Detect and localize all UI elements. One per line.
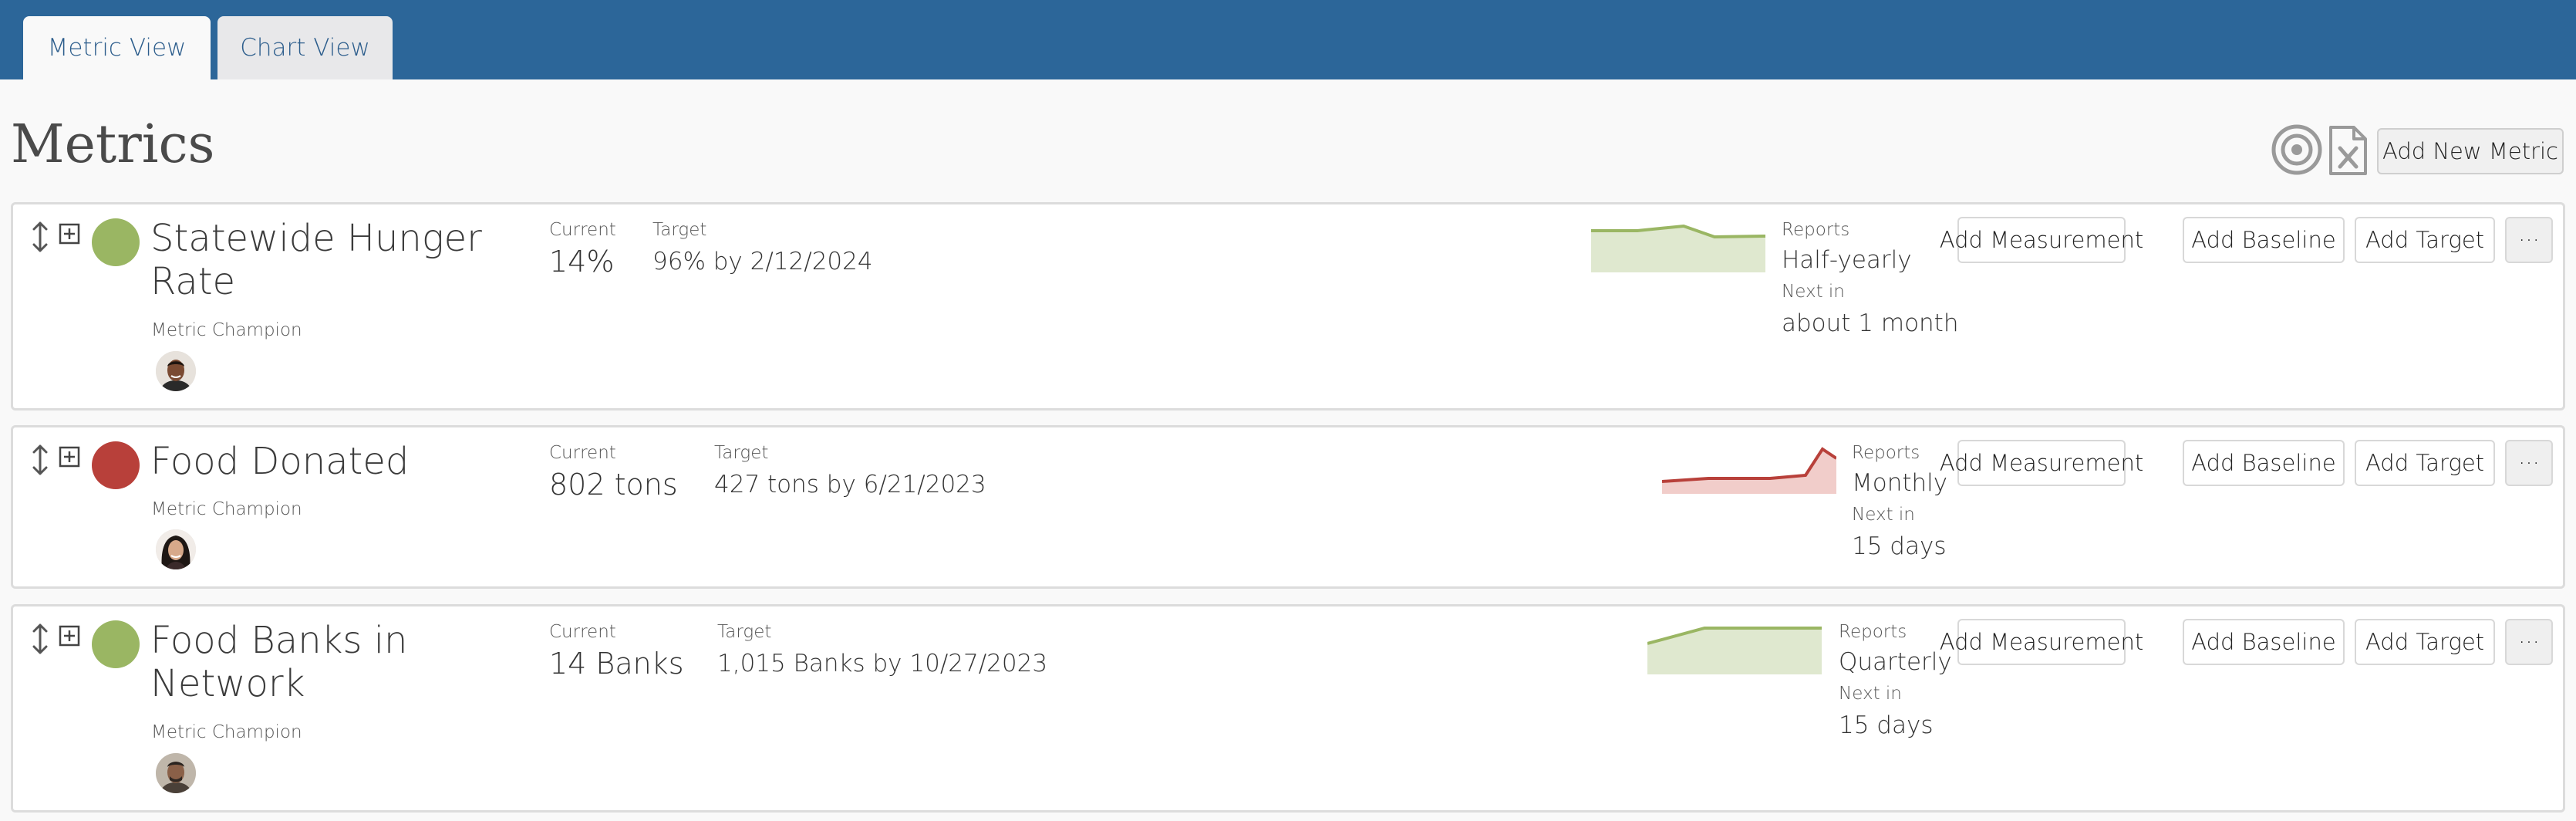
next-in-label: Next in (1852, 505, 1915, 525)
sort-arrows-icon[interactable] (32, 623, 49, 654)
current-label: Current (549, 622, 616, 642)
add-target-button[interactable]: Add Target (2355, 619, 2495, 665)
add-baseline-button[interactable]: Add Baseline (2183, 440, 2345, 486)
add-measurement-button[interactable]: Add Measurement (1940, 217, 2143, 263)
metric-champion-label: Metric Champion (151, 499, 302, 519)
next-in-value: 15 days (1852, 532, 1947, 560)
next-in-label: Next in (1782, 282, 1845, 302)
more-options-button[interactable]: ··· (2505, 440, 2553, 486)
more-options-button[interactable]: ··· (2505, 217, 2553, 263)
top-nav-bar: Metric View Chart View (0, 0, 2576, 79)
target-label: Target (714, 443, 769, 463)
more-options-button[interactable]: ··· (2505, 619, 2553, 665)
metric-champion-label: Metric Champion (151, 320, 302, 340)
metric-champion-label: Metric Champion (151, 722, 302, 742)
status-indicator (92, 441, 140, 489)
add-baseline-button[interactable]: Add Baseline (2183, 619, 2345, 665)
avatar[interactable] (156, 529, 196, 569)
sort-arrows-icon[interactable] (32, 221, 49, 252)
metric-card-food-banks-in-network[interactable]: Food Banks in Network Metric Champion Cu… (11, 604, 2565, 813)
tab-metric-view[interactable]: Metric View (23, 16, 211, 79)
metric-card-food-donated[interactable]: Food Donated Metric Champion Current 802… (11, 425, 2565, 589)
current-value: 14 Banks (549, 647, 684, 681)
current-label: Current (549, 443, 616, 463)
next-in-label: Next in (1839, 684, 1902, 704)
add-target-button[interactable]: Add Target (2355, 217, 2495, 263)
reports-label: Reports (1782, 220, 1850, 240)
target-value: 1,015 Banks by 10/27/2023 (717, 650, 1048, 677)
avatar[interactable] (156, 753, 196, 793)
expand-plus-icon[interactable] (59, 446, 80, 468)
reports-frequency: Monthly (1852, 469, 1948, 497)
target-value: 427 tons by 6/21/2023 (714, 471, 986, 498)
metric-name[interactable]: Food Donated (150, 440, 409, 483)
current-value: 14% (549, 245, 615, 279)
current-label: Current (549, 220, 616, 240)
trend-sparkline[interactable] (1591, 223, 1765, 272)
page-title: Metrics (11, 114, 215, 175)
sort-arrows-icon[interactable] (32, 444, 49, 475)
status-indicator (92, 620, 140, 668)
expand-plus-icon[interactable] (59, 223, 80, 245)
metric-card-statewide-hunger-rate[interactable]: Statewide Hunger Rate Metric Champion Cu… (11, 202, 2565, 410)
status-indicator (92, 218, 140, 266)
trend-sparkline[interactable] (1662, 441, 1836, 494)
add-new-metric-button[interactable]: Add New Metric (2377, 128, 2564, 174)
add-baseline-button[interactable]: Add Baseline (2183, 217, 2345, 263)
add-target-button[interactable]: Add Target (2355, 440, 2495, 486)
reports-label: Reports (1839, 622, 1907, 642)
trend-sparkline[interactable] (1647, 623, 1822, 674)
avatar[interactable] (156, 351, 196, 391)
metric-name[interactable]: Statewide Hunger Rate (150, 217, 482, 303)
add-measurement-button[interactable]: Add Measurement (1940, 440, 2143, 486)
target-label: Target (717, 622, 772, 642)
reports-label: Reports (1852, 443, 1920, 463)
reports-frequency: Half-yearly (1782, 246, 1912, 274)
target-icon[interactable] (2271, 123, 2323, 176)
next-in-value: about 1 month (1782, 309, 1959, 337)
add-measurement-button[interactable]: Add Measurement (1940, 619, 2143, 665)
reports-frequency: Quarterly (1839, 648, 1952, 676)
excel-export-icon[interactable] (2328, 125, 2368, 176)
current-value: 802 tons (549, 468, 678, 502)
metric-name[interactable]: Food Banks in Network (150, 619, 407, 705)
next-in-value: 15 days (1839, 711, 1934, 739)
tab-chart-view[interactable]: Chart View (217, 16, 393, 79)
target-value: 96% by 2/12/2024 (652, 248, 873, 275)
target-label: Target (652, 220, 707, 240)
expand-plus-icon[interactable] (59, 625, 80, 647)
